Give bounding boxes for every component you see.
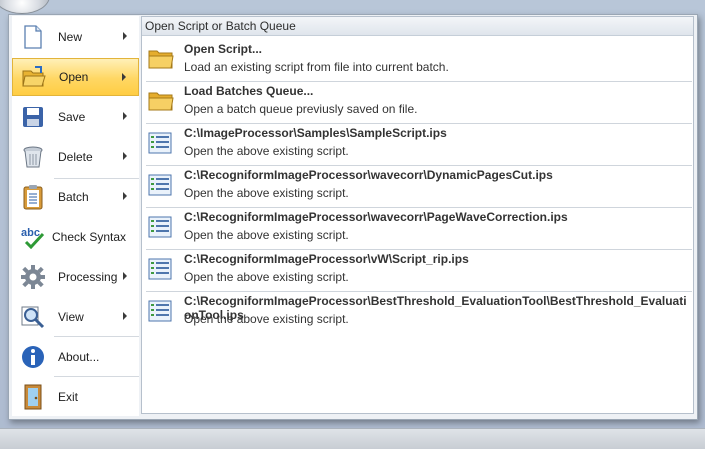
submenu-arrow-icon: [123, 192, 127, 200]
menu-item-about[interactable]: About...: [12, 338, 139, 376]
menu-item-label: Batch: [58, 190, 89, 204]
submenu-arrow-icon: [122, 73, 126, 81]
entry-description: Open a batch queue previusly saved on fi…: [184, 102, 418, 116]
spell-check-icon: abc: [20, 224, 46, 250]
folder-icon: [148, 90, 174, 114]
entry-recent-script[interactable]: C:\RecogniformImageProcessor\BestThresho…: [142, 290, 693, 332]
menu-item-new[interactable]: New: [12, 18, 139, 56]
submenu-arrow-icon: [123, 312, 127, 320]
open-submenu-panel: Open Script or Batch Queue Open Script..…: [141, 16, 694, 414]
open-folder-icon: [21, 64, 47, 90]
menu-item-batch[interactable]: Batch: [12, 178, 139, 216]
info-icon: [20, 344, 46, 370]
entry-title: C:\RecogniformImageProcessor\wavecorr\Pa…: [184, 210, 568, 224]
submenu-arrow-icon: [123, 152, 127, 160]
submenu-arrow-icon: [123, 32, 127, 40]
menu-item-save[interactable]: Save: [12, 98, 139, 136]
entry-description: Open the above existing script.: [184, 312, 349, 326]
entry-recent-script[interactable]: C:\ImageProcessor\Samples\SampleScript.i…: [142, 122, 693, 164]
entry-recent-script[interactable]: C:\RecogniformImageProcessor\wavecorr\Pa…: [142, 206, 693, 248]
menu-separator: [54, 376, 139, 377]
entry-description: Open the above existing script.: [184, 270, 349, 284]
entry-open-script[interactable]: Open Script... Load an existing script f…: [142, 38, 693, 80]
floppy-disk-icon: [20, 104, 46, 130]
trash-bin-icon: [20, 144, 46, 170]
entry-title: Open Script...: [184, 42, 263, 56]
menu-separator: [54, 336, 139, 337]
menu-item-check-syntax[interactable]: abc Check Syntax: [12, 218, 139, 256]
menu-item-delete[interactable]: Delete: [12, 138, 139, 176]
menu-item-label: Save: [58, 110, 86, 124]
menu-item-label: New: [58, 30, 83, 44]
magnifier-icon: [20, 304, 46, 330]
entry-description: Load an existing script from file into c…: [184, 60, 449, 74]
folder-icon: [148, 48, 174, 72]
menu-item-label: Open: [59, 70, 89, 84]
submenu-arrow-icon: [123, 112, 127, 120]
script-list-icon: [148, 174, 174, 198]
entry-description: Open the above existing script.: [184, 228, 349, 242]
menu-item-label: Processing: [58, 270, 118, 284]
submenu-arrow-icon: [123, 272, 127, 280]
entry-description: Open the above existing script.: [184, 186, 349, 200]
script-list-icon: [148, 132, 174, 156]
exit-door-icon: [20, 384, 46, 410]
entry-title: C:\ImageProcessor\Samples\SampleScript.i…: [184, 126, 447, 140]
entry-description: Open the above existing script.: [184, 144, 349, 158]
gear-icon: [20, 264, 46, 290]
menu-item-label: About...: [58, 350, 100, 364]
entry-load-batches-queue[interactable]: Load Batches Queue... Open a batch queue…: [142, 80, 693, 122]
entry-title: C:\RecogniformImageProcessor\vW\Script_r…: [184, 252, 469, 266]
new-document-icon: [20, 24, 46, 50]
svg-text:abc: abc: [21, 227, 40, 239]
script-list-icon: [148, 258, 174, 282]
menu-item-label: Exit: [58, 390, 79, 404]
script-list-icon: [148, 300, 174, 324]
entry-recent-script[interactable]: C:\RecogniformImageProcessor\vW\Script_r…: [142, 248, 693, 290]
clipboard-list-icon: [20, 184, 46, 210]
panel-header: Open Script or Batch Queue: [142, 17, 693, 36]
menu-item-exit[interactable]: Exit: [12, 378, 139, 416]
entry-recent-script[interactable]: C:\RecogniformImageProcessor\wavecorr\Dy…: [142, 164, 693, 206]
entry-title: C:\RecogniformImageProcessor\wavecorr\Dy…: [184, 168, 553, 182]
menu-item-processing[interactable]: Processing: [12, 258, 139, 296]
entry-title: Load Batches Queue...: [184, 84, 314, 98]
menu-item-open[interactable]: Open: [12, 58, 139, 96]
script-list-icon: [148, 216, 174, 240]
status-strip: [0, 428, 705, 449]
menu-item-view[interactable]: View: [12, 298, 139, 336]
menu-item-label: View: [58, 310, 84, 324]
application-menu-commands: New Open Save Delete Batch abc Check Syn…: [12, 16, 139, 416]
menu-item-label: Delete: [58, 150, 93, 164]
menu-item-label: Check Syntax: [52, 230, 127, 244]
